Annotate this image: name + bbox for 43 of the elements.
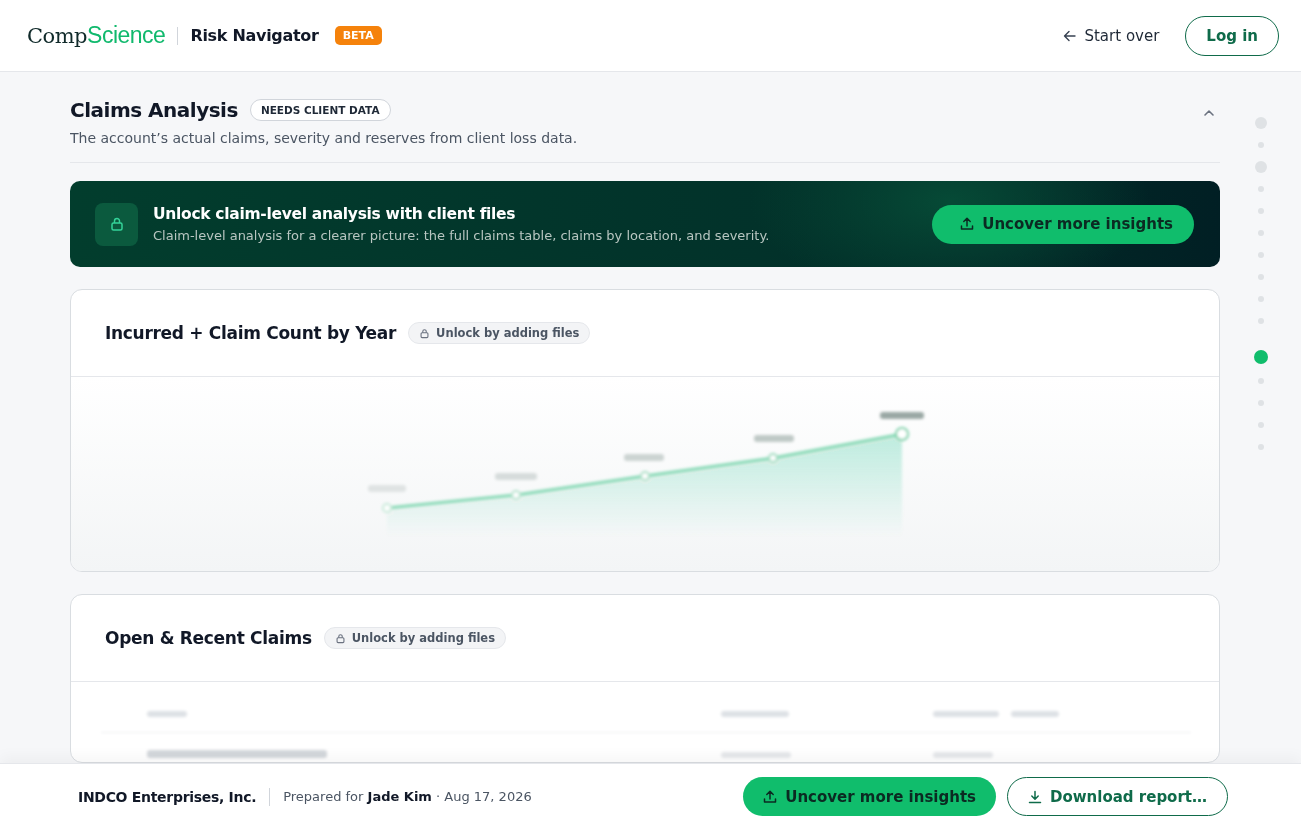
upload-icon [960,217,975,231]
blurred-text [721,711,789,717]
banner-description: Claim-level analysis for a clearer picture: the full claims table, claims by location, and severity. [153,228,771,243]
beta-badge: BETA [334,26,382,45]
blurred-value-label [754,435,794,442]
chart-point [895,427,909,441]
prepared-for-text: Prepared for Jade Kim · Aug 17, 2026 [283,789,532,804]
company-name: INDCO Enterprises, Inc. [78,788,257,805]
unlock-pill[interactable]: Unlock by adding files [408,322,591,344]
upload-icon [763,789,778,804]
banner-title: Unlock claim-level analysis with client files [153,205,517,223]
chart-point [511,490,521,500]
download-report-button[interactable]: Download report… [1007,777,1228,816]
blurred-text [147,711,187,717]
card-title: Incurred + Claim Count by Year [105,323,397,343]
uncover-insights-button[interactable]: Uncover more insights [932,204,1194,244]
blurred-text [1011,711,1059,717]
blurred-text [933,711,999,717]
blurred-text [721,752,791,758]
nav-dot[interactable] [1253,350,1268,364]
blurred-text [933,752,993,758]
logo[interactable]: CompScience [27,22,166,49]
blurred-value-label [495,473,537,480]
chart-point [640,471,650,481]
lock-icon [419,327,431,339]
status-badge: NEEDS CLIENT DATA [249,99,391,121]
download-icon [1028,789,1042,804]
blurred-value-label [880,412,924,419]
product-name: Risk Navigator [190,26,319,45]
start-over-link[interactable]: Start over [1063,26,1160,45]
arrow-left-icon [1063,29,1077,42]
blurred-value-label [368,485,406,492]
chart-point [768,453,778,463]
lock-icon [334,632,346,644]
blurred-value-label [624,454,664,461]
login-button[interactable]: Log in [1185,15,1279,56]
section-title: Claims Analysis [70,98,238,122]
lock-icon [95,202,138,246]
unlock-pill[interactable]: Unlock by adding files [323,627,506,649]
chart-point [382,503,392,513]
card-title: Open & Recent Claims [105,628,312,648]
section-description: The account’s actual claims, severity and reserves from client loss data. [70,130,578,146]
uncover-insights-button[interactable]: Uncover more insights [743,777,996,816]
